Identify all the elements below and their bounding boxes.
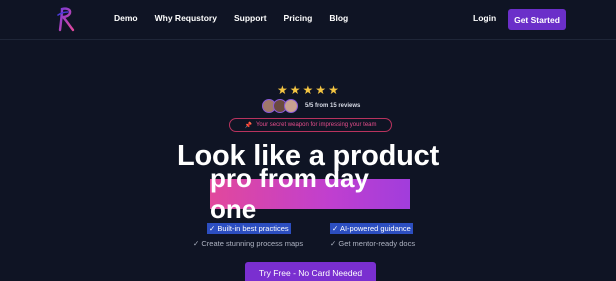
avatar-group (262, 99, 298, 113)
get-started-button[interactable]: Get Started (508, 9, 566, 30)
feature-ai-guidance: ✓ AI-powered guidance (330, 223, 413, 234)
star-icon: ★ (315, 83, 327, 97)
nav-link-why[interactable]: Why Requstory (155, 13, 217, 23)
headline-highlight: pro from day one (210, 163, 410, 224)
nav-link-pricing[interactable]: Pricing (284, 13, 313, 23)
star-icon: ★ (277, 83, 288, 97)
rating-stars: ★ ★ ★ ★ ★ (277, 84, 339, 96)
nav-link-demo[interactable]: Demo (114, 13, 138, 23)
avatar (284, 99, 298, 113)
reviews-text: 5/5 from 15 reviews (305, 103, 361, 109)
star-icon: ★ (289, 83, 301, 97)
nav-links: Demo Why Requstory Support Pricing Blog (114, 13, 365, 23)
tagline-pill: 📌 Your secret weapon for impressing your… (229, 118, 392, 132)
tagline-text: Your secret weapon for impressing your t… (255, 122, 377, 128)
feature-mentor-docs: ✓ Get mentor-ready docs (330, 239, 416, 248)
login-link[interactable]: Login (473, 13, 496, 23)
nav-link-blog[interactable]: Blog (329, 13, 348, 23)
pin-icon: 📌 (244, 122, 252, 129)
feature-process-maps: ✓ Create stunning process maps (193, 239, 304, 248)
star-icon: ★ (302, 83, 314, 97)
star-icon: ★ (328, 83, 339, 97)
top-nav: Demo Why Requstory Support Pricing Blog … (0, 0, 616, 40)
feature-built-in: ✓ Built-in best practices (207, 223, 291, 234)
reviews-row: 5/5 from 15 reviews (262, 99, 360, 113)
nav-link-support[interactable]: Support (234, 13, 267, 23)
logo-icon[interactable] (56, 6, 76, 32)
try-free-button[interactable]: Try Free - No Card Needed (245, 262, 376, 281)
